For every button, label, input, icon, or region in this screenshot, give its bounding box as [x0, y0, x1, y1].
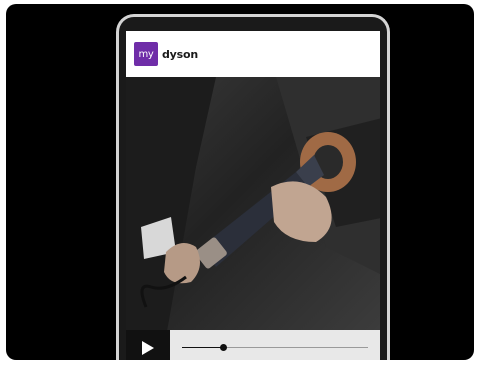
video-scrubber[interactable]: [182, 330, 368, 360]
phone-screen: my dyson: [126, 31, 380, 360]
mydyson-logo-badge: my: [134, 42, 158, 66]
screenshot-frame: my dyson: [6, 4, 474, 360]
mydyson-logo-word: dyson: [162, 47, 198, 61]
phone-mockup: my dyson: [116, 14, 390, 360]
video-frame[interactable]: [126, 77, 380, 330]
play-icon: [142, 341, 154, 355]
play-button[interactable]: [126, 330, 170, 360]
video-controls: [126, 330, 380, 360]
left-hand: [164, 243, 200, 284]
video-still-illustration: [126, 77, 380, 330]
app-header: my dyson: [126, 31, 380, 77]
suit-left-shape: [126, 77, 216, 330]
scrubber-thumb[interactable]: [219, 344, 227, 351]
scrubber-progress: [182, 347, 223, 348]
